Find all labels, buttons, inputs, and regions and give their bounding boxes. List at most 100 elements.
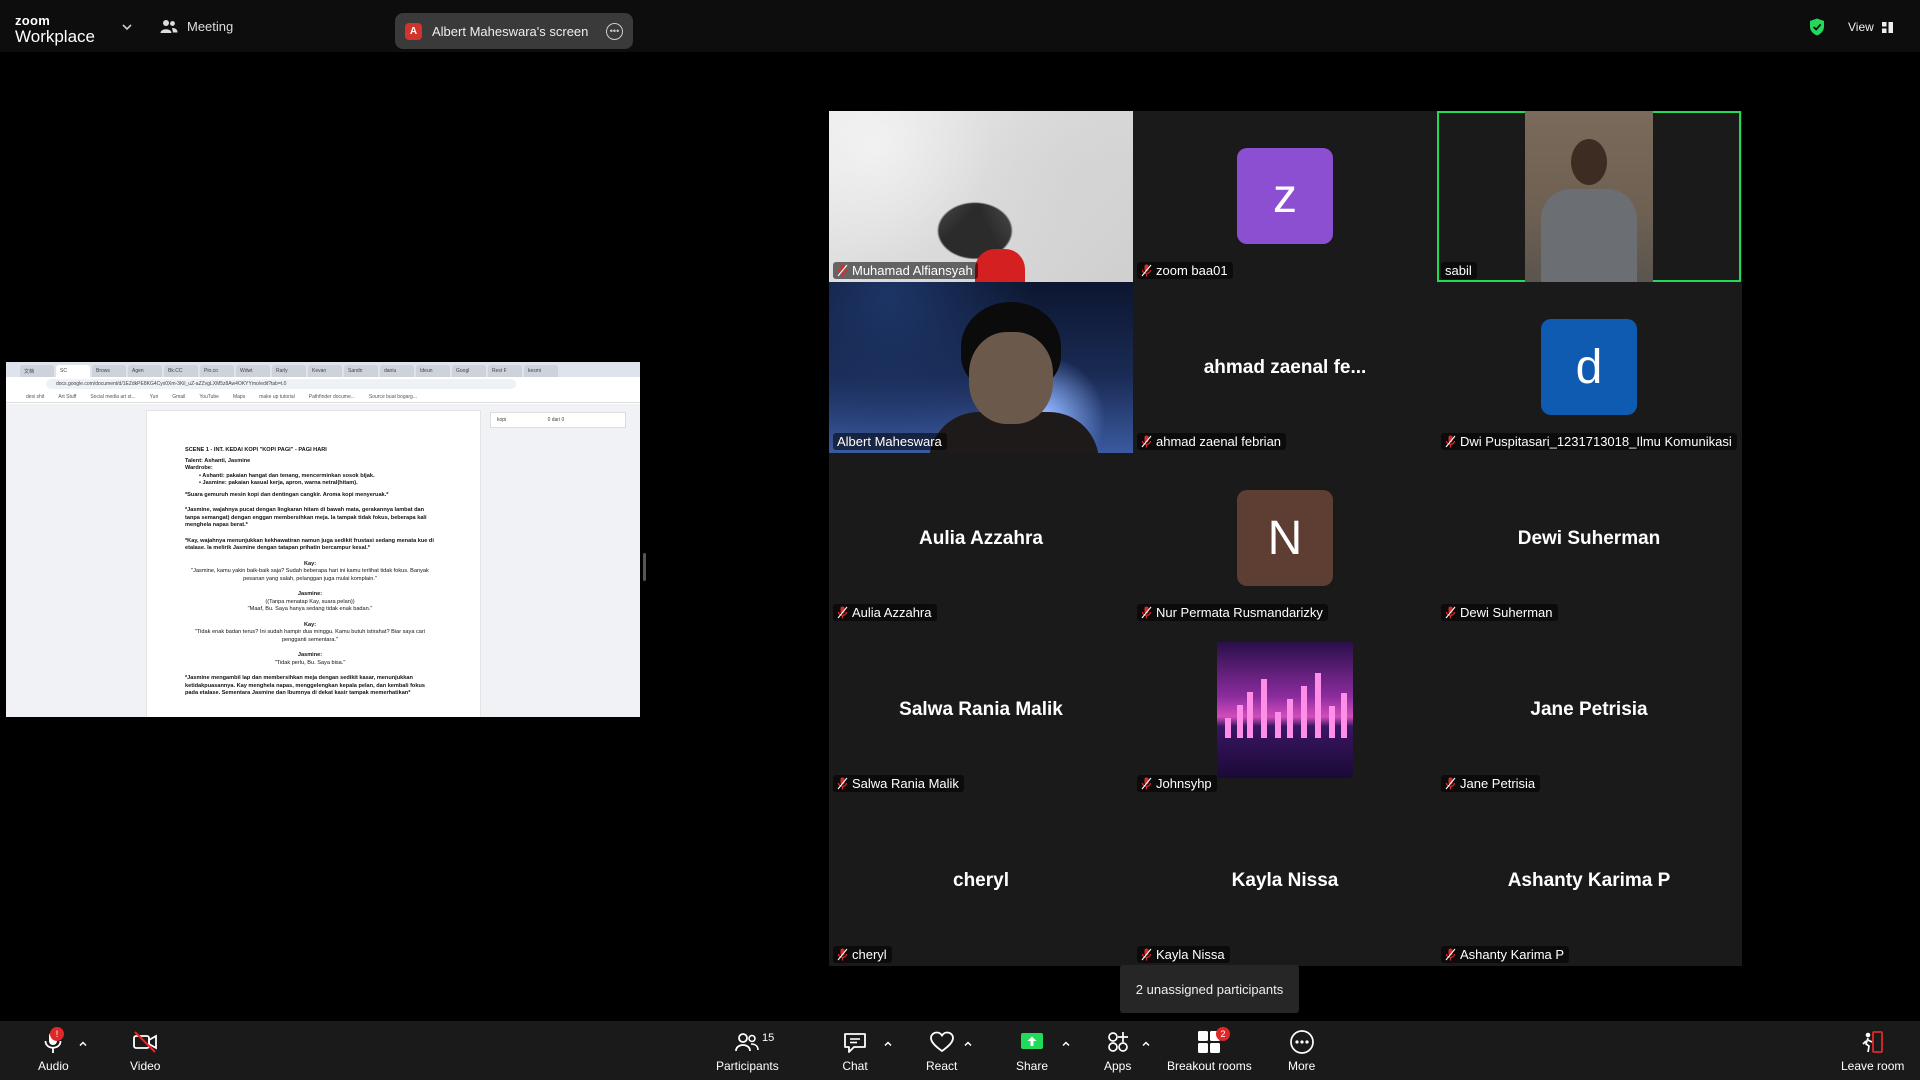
view-button[interactable]: View: [1848, 20, 1893, 34]
doc-speaker: Kay:: [303, 621, 317, 628]
participant-name: Muhamad Alfiansyah: [852, 263, 973, 278]
bookmark-item[interactable]: YouTube: [199, 394, 219, 400]
bookmark-item[interactable]: Art Stuff: [58, 394, 76, 400]
meeting-menu-button[interactable]: Meeting: [160, 18, 233, 34]
browser-tab[interactable]: Rest F: [488, 365, 522, 377]
bookmark-item[interactable]: Source buat bogarg...: [369, 394, 417, 400]
zoom-logo[interactable]: zoom Workplace: [15, 14, 95, 45]
participant-tile[interactable]: Dewi Suherman Dewi Suherman: [1437, 453, 1741, 624]
participant-tile[interactable]: Kayla Nissa Kayla Nissa: [1133, 795, 1437, 966]
participants-icon: [735, 1033, 760, 1052]
browser-tab[interactable]: Sandn: [344, 365, 378, 377]
doc-paragraph: *Jasmine, wajahnya pucat dengan lingkara…: [185, 507, 427, 528]
participant-tile[interactable]: Jane Petrisia Jane Petrisia: [1437, 624, 1741, 795]
people-icon: [160, 20, 178, 33]
participant-video: [1525, 111, 1653, 282]
participant-nameplate: Muhamad Alfiansyah: [833, 262, 978, 279]
bookmark-item[interactable]: desi shit: [26, 394, 44, 400]
participant-tile[interactable]: cheryl cheryl: [829, 795, 1133, 966]
react-label: React: [926, 1059, 958, 1073]
participant-tile[interactable]: Aulia Azzahra Aulia Azzahra: [829, 453, 1133, 624]
bookmark-item[interactable]: Gmail: [172, 394, 185, 400]
more-label: More: [1288, 1059, 1316, 1073]
participant-name: Nur Permata Rusmandarizky: [1156, 605, 1323, 620]
video-button[interactable]: Video: [130, 1029, 160, 1073]
chat-options-caret-icon[interactable]: [883, 1039, 893, 1049]
browser-tab[interactable]: Kevan: [308, 365, 342, 377]
browser-tab[interactable]: Ideun: [416, 365, 450, 377]
participant-name: Kayla Nissa: [1156, 947, 1225, 962]
google-doc-area: SCENE 1 - INT. KEDAI KOPI "KOPI PAGI" - …: [6, 404, 640, 717]
participant-tile[interactable]: Albert Maheswara: [829, 282, 1133, 453]
browser-tab[interactable]: SC: [56, 365, 90, 377]
participant-tile[interactable]: Muhamad Alfiansyah: [829, 111, 1133, 282]
logo-line1: zoom: [15, 13, 51, 28]
participant-tile[interactable]: N Nur Permata Rusmandarizky: [1133, 453, 1437, 624]
react-options-caret-icon[interactable]: [963, 1039, 973, 1049]
apps-label: Apps: [1104, 1059, 1132, 1073]
logo-line2: Workplace: [15, 27, 95, 46]
participant-tile[interactable]: ahmad zaenal fe... ahmad zaenal febrian: [1133, 282, 1437, 453]
browser-tab[interactable]: Wdwt: [236, 365, 270, 377]
find-count: 0 dari 0: [547, 417, 565, 423]
doc-paragraph: *Suara gemuruh mesin kopi dan dentingan …: [185, 491, 389, 498]
doc-talent: Talent: Ashanti, Jasmine: [185, 457, 251, 464]
apps-options-caret-icon[interactable]: [1141, 1039, 1151, 1049]
chevron-down-icon[interactable]: [122, 22, 132, 32]
browser-tab[interactable]: Brows: [92, 365, 126, 377]
participant-tile[interactable]: d Dwi Puspitasari_1231713018_Ilmu Komunik…: [1437, 282, 1741, 453]
participant-nameplate: Albert Maheswara: [833, 433, 947, 450]
apps-button[interactable]: Apps: [1104, 1029, 1131, 1073]
doc-speaker: Jasmine:: [297, 652, 323, 658]
browser-tab[interactable]: Agen: [128, 365, 162, 377]
share-label: Share: [1016, 1059, 1049, 1073]
breakout-rooms-label: Breakout rooms: [1167, 1059, 1252, 1073]
muted-microphone-icon: [1141, 435, 1152, 448]
bookmark-item[interactable]: make up tutorial: [259, 394, 295, 400]
chat-button[interactable]: Chat: [842, 1029, 868, 1073]
participant-nameplate: Nur Permata Rusmandarizky: [1137, 604, 1328, 621]
react-button[interactable]: React: [926, 1029, 957, 1073]
find-in-page-box[interactable]: kopi 0 dari 0: [490, 412, 626, 428]
breakout-rooms-badge: 2: [1216, 1027, 1230, 1041]
bookmark-item[interactable]: Yuri: [150, 394, 159, 400]
document-page: SCENE 1 - INT. KEDAI KOPI "KOPI PAGI" - …: [146, 410, 481, 717]
muted-microphone-icon: [837, 948, 848, 961]
participant-name: Dwi Puspitasari_1231713018_Ilmu Komunika…: [1460, 434, 1732, 449]
bookmark-item[interactable]: Pathfinder docume...: [309, 394, 355, 400]
bookmark-item[interactable]: Maps: [233, 394, 245, 400]
security-shield-icon[interactable]: [1809, 18, 1825, 36]
participant-tile[interactable]: Salwa Rania Malik Salwa Rania Malik: [829, 624, 1133, 795]
doc-dialogue: "Jasmine, kamu yakin baik-baik saja? Sud…: [191, 568, 429, 582]
participant-avatar: N: [1237, 490, 1333, 586]
more-button[interactable]: More: [1288, 1029, 1315, 1073]
participant-display-name: Dewi Suherman: [1517, 527, 1661, 549]
sharing-indicator-pill[interactable]: A Albert Maheswara's screen •••: [395, 13, 633, 49]
participant-display-name: Salwa Rania Malik: [899, 698, 1063, 720]
leave-room-button[interactable]: Leave room: [1841, 1029, 1904, 1073]
participant-avatar: z: [1237, 148, 1333, 244]
browser-tab[interactable]: Pin.co: [200, 365, 234, 377]
breakout-rooms-button[interactable]: Breakout rooms: [1167, 1029, 1252, 1073]
browser-tab[interactable]: Googl: [452, 365, 486, 377]
browser-tab[interactable]: Rarly: [272, 365, 306, 377]
participant-tile[interactable]: sabil: [1437, 111, 1741, 282]
share-options-caret-icon[interactable]: [1061, 1039, 1071, 1049]
participant-tile[interactable]: Johnsyhp: [1133, 624, 1437, 795]
participant-tile[interactable]: z zoom baa01: [1133, 111, 1437, 282]
doc-wardrobe-2: • Jasmine: pakaian kasual kerja, apron, …: [199, 480, 358, 486]
share-button[interactable]: Share: [1016, 1029, 1048, 1073]
participant-tile[interactable]: Ashanty Karima P Ashanty Karima P: [1437, 795, 1741, 966]
browser-tab[interactable]: kesmi: [524, 365, 558, 377]
audio-options-caret-icon[interactable]: [78, 1039, 88, 1049]
muted-microphone-icon: [1141, 777, 1152, 790]
bookmark-item[interactable]: Social media art st...: [90, 394, 135, 400]
participant-video: [829, 111, 1133, 282]
browser-tab[interactable]: 文档: [20, 365, 54, 377]
browser-tab[interactable]: daniu: [380, 365, 414, 377]
split-view-drag-handle[interactable]: [643, 553, 646, 581]
more-options-icon[interactable]: •••: [606, 22, 623, 40]
participant-display-name: Kayla Nissa: [1231, 869, 1339, 891]
shared-screen[interactable]: 文档 SC Brows Agen Bk.CC Pin.co Wdwt Rarly Kevan Sa…: [6, 362, 640, 717]
browser-tab[interactable]: Bk.CC: [164, 365, 198, 377]
